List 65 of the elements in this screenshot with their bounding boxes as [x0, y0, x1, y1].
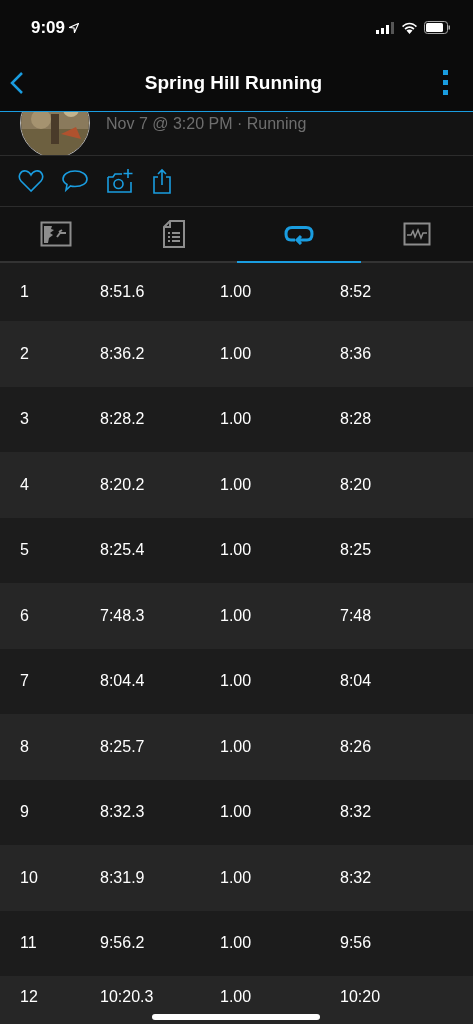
- back-icon[interactable]: [10, 71, 24, 95]
- speech-bubble-icon[interactable]: [62, 169, 88, 193]
- lap-number: 11: [20, 934, 38, 953]
- lap-distance: 1.00: [220, 606, 253, 625]
- lap-pace: 8:32: [340, 803, 373, 822]
- lap-pace: 8:52: [340, 283, 373, 301]
- wifi-icon: [401, 21, 418, 34]
- lap-time: 8:31.9: [100, 868, 146, 887]
- lap-number: 10: [20, 868, 39, 887]
- lap-number: 3: [20, 410, 30, 429]
- map-icon: [40, 221, 72, 247]
- location-arrow-icon: [69, 22, 80, 33]
- lap-distance: 1.00: [220, 868, 253, 887]
- lap-time: 8:32.3: [100, 803, 146, 822]
- status-time: 9:09: [31, 17, 66, 38]
- lap-pace: 8:04: [340, 672, 373, 691]
- lap-pace: 10:20: [340, 988, 382, 1006]
- more-icon[interactable]: [443, 70, 449, 96]
- lap-distance: 1.00: [220, 672, 253, 691]
- lap-pace: 8:36: [340, 344, 373, 363]
- lap-distance: 1.00: [220, 541, 253, 560]
- lap-distance: 1.00: [220, 475, 253, 494]
- lap-time: 8:36.2: [100, 344, 146, 363]
- camera-plus-icon[interactable]: [106, 168, 134, 194]
- lap-time: 8:51.6: [100, 283, 146, 301]
- waveform-icon: [403, 222, 431, 246]
- lap-number: 12: [20, 988, 39, 1006]
- lap-number: 2: [20, 344, 30, 363]
- document-icon: [163, 220, 186, 248]
- battery-icon: [424, 21, 451, 34]
- lap-distance: 1.00: [220, 410, 253, 429]
- lap-distance: 1.00: [220, 344, 253, 363]
- loop-arrow-icon: [283, 223, 314, 245]
- share-icon[interactable]: [152, 168, 172, 194]
- lap-number: 1: [20, 283, 30, 301]
- lap-number: 4: [20, 475, 30, 494]
- lap-time: 9:56.2: [100, 934, 146, 953]
- lap-pace: 8:25: [340, 541, 373, 560]
- lap-time: 10:20.3: [100, 988, 155, 1006]
- lap-time: 8:04.4: [100, 672, 146, 691]
- lap-number: 8: [20, 737, 30, 756]
- heart-icon[interactable]: [18, 169, 44, 193]
- lap-pace: 8:28: [340, 410, 373, 429]
- lap-pace: 7:48: [340, 606, 373, 625]
- lap-time: 7:48.3: [100, 606, 146, 625]
- signal-icon: [376, 21, 395, 34]
- lap-time: 8:20.2: [100, 475, 146, 494]
- lap-pace: 8:32: [340, 868, 373, 887]
- lap-pace: 8:20: [340, 475, 373, 494]
- lap-distance: 1.00: [220, 283, 253, 301]
- lap-time: 8:25.4: [100, 541, 146, 560]
- lap-number: 9: [20, 803, 30, 822]
- lap-time: 8:25.7: [100, 737, 146, 756]
- lap-distance: 1.00: [220, 737, 253, 756]
- lap-number: 7: [20, 672, 30, 691]
- lap-pace: 8:26: [340, 737, 373, 756]
- nav-title: Spring Hill Running: [144, 72, 323, 94]
- activity-subtitle: Nov 7 @ 3:20 PM · Running: [106, 115, 307, 133]
- lap-time: 8:28.2: [100, 410, 146, 429]
- lap-pace: 9:56: [340, 934, 373, 953]
- lap-distance: 1.00: [220, 934, 253, 953]
- lap-number: 5: [20, 541, 30, 560]
- lap-distance: 1.00: [220, 803, 253, 822]
- lap-distance: 1.00: [220, 988, 253, 1006]
- lap-number: 6: [20, 606, 30, 625]
